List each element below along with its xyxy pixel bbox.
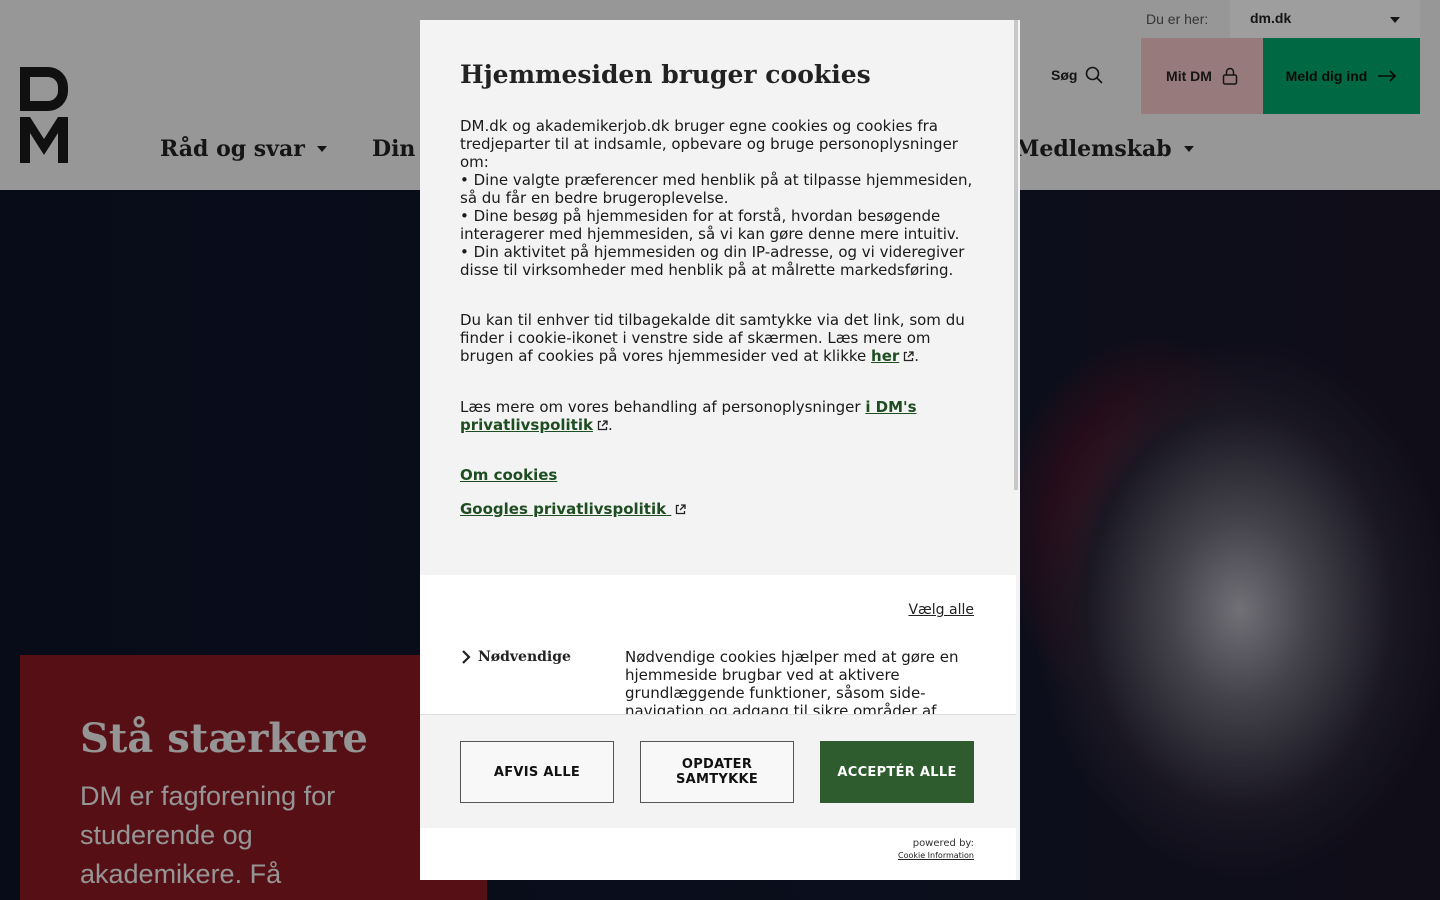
external-link-icon [904,351,914,362]
cookie-consent-dialog: Hjemmesiden bruger cookies DM.dk og akad… [420,20,1020,880]
intro-text: DM.dk og akademikerjob.dk bruger egne co… [460,117,958,171]
cookie-info-link[interactable]: her [871,347,914,365]
necessary-description: Nødvendige cookies hjælper med at gøre e… [625,648,959,720]
necessary-category-toggle[interactable]: Nødvendige [460,649,571,665]
consent-paragraph: Du kan til enhver tid tilbagekalde dit s… [460,311,980,365]
cookie-info-link-label: her [871,347,900,365]
bullet-activity: • Din aktivitet på hjemmesiden og din IP… [460,243,965,279]
privacy-paragraph: Læs mere om vores behandling af personop… [460,398,980,434]
accept-all-button[interactable]: ACCEPTÉR ALLE [820,741,974,803]
bullet-preferences: • Dine valgte præferencer med henblik på… [460,171,973,207]
update-consent-button[interactable]: OPDATER SAMTYKKE [640,741,794,803]
about-cookies-link[interactable]: Om cookies [460,466,557,484]
period: . [914,347,920,365]
necessary-label: Nødvendige [478,649,571,665]
bullet-visits: • Dine besøg på hjemmesiden for at forst… [460,207,960,243]
powered-by-footer: powered by: Cookie Information [420,828,1016,880]
chevron-right-icon [462,650,471,664]
privacy-text: Læs mere om vores behandling af personop… [460,398,861,416]
google-privacy-link[interactable]: Googles privatlivspolitik [460,500,686,518]
cookie-intro: DM.dk og akademikerjob.dk bruger egne co… [460,117,980,279]
dialog-title: Hjemmesiden bruger cookies [460,60,871,89]
consent-buttons: AFVIS ALLE OPDATER SAMTYKKE ACCEPTÉR ALL… [420,714,1016,828]
external-link-icon [676,504,686,515]
external-link-icon [597,420,608,431]
reject-all-button[interactable]: AFVIS ALLE [460,741,614,803]
select-all-link[interactable]: Vælg alle [908,602,974,618]
powered-by-label: powered by: [912,838,974,849]
cookie-information-link[interactable]: Cookie Information [898,851,974,860]
period: . [607,416,613,434]
dialog-scrollbar[interactable] [1014,20,1018,490]
google-privacy-link-label: Googles privatlivspolitik [460,500,667,518]
cookie-preferences-panel: Vælg alle Nødvendige Nødvendige cookies … [420,575,1016,720]
